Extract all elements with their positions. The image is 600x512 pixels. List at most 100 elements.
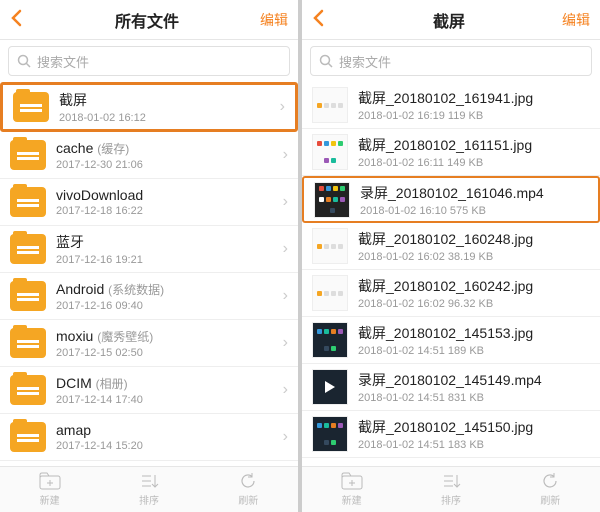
- folder-icon: [10, 375, 46, 405]
- folder-icon: [10, 187, 46, 217]
- file-name: 截屏_20180102_160248.jpg: [358, 229, 590, 249]
- file-meta: 2018-01-02 16:19 119 KB: [358, 110, 590, 122]
- topbar: 截屏 编辑: [302, 0, 600, 40]
- bottombar: 新建 排序 刷新: [302, 466, 600, 512]
- screen-screenshots: 截屏 编辑 搜索文件 截屏_20180102_161941.jpg 2018-01…: [302, 0, 600, 512]
- topbar: 所有文件 编辑: [0, 0, 298, 40]
- new-button[interactable]: 新建: [302, 467, 401, 512]
- file-row[interactable]: 截屏_20180102_160248.jpg 2018-01-02 16:02 3…: [302, 223, 600, 270]
- edit-button[interactable]: 编辑: [254, 10, 288, 30]
- folder-name: vivoDownload: [56, 187, 283, 203]
- sort-button[interactable]: 排序: [401, 467, 500, 512]
- folder-meta: 2018-01-02 16:12: [59, 112, 280, 124]
- folder-name: 蓝牙: [56, 232, 283, 252]
- sort-icon: [441, 473, 461, 489]
- file-list: 截屏_20180102_161941.jpg 2018-01-02 16:19 1…: [302, 82, 600, 466]
- search-placeholder: 搜索文件: [37, 52, 89, 71]
- chevron-right-icon: ›: [283, 381, 288, 399]
- new-button[interactable]: 新建: [0, 467, 99, 512]
- sort-icon: [139, 473, 159, 489]
- refresh-button[interactable]: 刷新: [199, 467, 298, 512]
- back-button[interactable]: [10, 7, 40, 33]
- back-button[interactable]: [312, 7, 342, 33]
- chevron-right-icon: ›: [283, 428, 288, 446]
- folder-name: cache (缓存): [56, 140, 283, 157]
- folder-meta: 2017-12-15 02:50: [56, 347, 283, 359]
- file-row[interactable]: 录屏_20180102_161046.mp42018-01-02 16:10 5…: [302, 176, 600, 223]
- chevron-right-icon: ›: [283, 146, 288, 164]
- new-folder-icon: [39, 472, 61, 490]
- file-row[interactable]: 截屏_20180102_145150.jpg 2018-01-02 14:51 1…: [302, 411, 600, 458]
- folder-row[interactable]: DCIM (相册) 2017-12-14 17:40›: [0, 367, 298, 414]
- search-placeholder: 搜索文件: [339, 52, 391, 71]
- folder-row[interactable]: Android (系统数据)2017-12-16 09:40›: [0, 273, 298, 320]
- refresh-icon: [239, 472, 257, 490]
- folder-row[interactable]: 截屏2018-01-02 16:12›: [0, 82, 298, 132]
- screen-all-files: 所有文件 编辑 搜索文件 截屏2018-01-02 16:12›cache (缓…: [0, 0, 298, 512]
- folder-row[interactable]: moxiu (魔秀壁纸) 2017-12-15 02:50›: [0, 320, 298, 367]
- chevron-right-icon: ›: [283, 287, 288, 305]
- folder-meta: 2017-12-14 15:20: [56, 440, 283, 452]
- chevron-right-icon: ›: [283, 240, 288, 258]
- folder-meta: 2017-12-16 19:21: [56, 254, 283, 266]
- file-thumbnail: [312, 275, 348, 311]
- chevron-left-icon: [312, 9, 324, 27]
- edit-button[interactable]: 编辑: [556, 10, 590, 30]
- folder-name: amap: [56, 422, 283, 438]
- file-thumbnail: [314, 182, 350, 218]
- chevron-right-icon: ›: [283, 193, 288, 211]
- chevron-left-icon: [10, 9, 22, 27]
- folder-icon: [10, 234, 46, 264]
- folder-icon: [10, 140, 46, 170]
- new-folder-icon: [341, 472, 363, 490]
- file-row[interactable]: 截屏_20180102_160242.jpg 2018-01-02 16:02 9…: [302, 270, 600, 317]
- folder-icon: [13, 92, 49, 122]
- file-row[interactable]: 截屏_20180102_145153.jpg2018-01-02 14:51 1…: [302, 317, 600, 364]
- folder-name: moxiu (魔秀壁纸): [56, 328, 283, 345]
- file-thumbnail: [312, 134, 348, 170]
- folder-meta: 2017-12-16 09:40: [56, 300, 283, 312]
- file-name: 截屏_20180102_145150.jpg: [358, 417, 590, 437]
- file-meta: 2018-01-02 14:51 183 KB: [358, 439, 590, 451]
- chevron-right-icon: ›: [283, 334, 288, 352]
- folder-icon: [10, 328, 46, 358]
- file-thumbnail: [312, 228, 348, 264]
- folder-list: 截屏2018-01-02 16:12›cache (缓存)2017-12-30 …: [0, 82, 298, 466]
- sort-button[interactable]: 排序: [99, 467, 198, 512]
- folder-icon: [10, 422, 46, 452]
- refresh-button[interactable]: 刷新: [501, 467, 600, 512]
- folder-row[interactable]: 蓝牙 2017-12-16 19:21›: [0, 226, 298, 273]
- file-row[interactable]: 录屏_20180102_145149.mp42018-01-02 14:51 8…: [302, 364, 600, 411]
- file-row[interactable]: 截屏_20180102_161941.jpg 2018-01-02 16:19 1…: [302, 82, 600, 129]
- file-row[interactable]: 截屏_20180102_161151.jpg 2018-01-02 16:11 1…: [302, 129, 600, 176]
- search-icon: [17, 54, 31, 68]
- file-name: 录屏_20180102_161046.mp4: [360, 183, 588, 203]
- folder-meta: 2017-12-14 17:40: [56, 394, 283, 406]
- file-thumbnail: [312, 322, 348, 358]
- file-thumbnail: [312, 87, 348, 123]
- file-meta: 2018-01-02 14:51 831 KB: [358, 392, 590, 404]
- search-input[interactable]: 搜索文件: [8, 46, 290, 76]
- search-icon: [319, 54, 333, 68]
- folder-row[interactable]: amap 2017-12-14 15:20›: [0, 414, 298, 461]
- folder-icon: [10, 281, 46, 311]
- folder-row[interactable]: cache (缓存) 2017-12-30 21:06›: [0, 132, 298, 179]
- folder-meta: 2017-12-18 16:22: [56, 205, 283, 217]
- file-meta: 2018-01-02 16:02 38.19 KB: [358, 251, 590, 263]
- folder-meta: 2017-12-30 21:06: [56, 159, 283, 171]
- folder-name: DCIM (相册): [56, 375, 283, 392]
- page-title: 截屏: [342, 8, 556, 32]
- file-name: 截屏_20180102_160242.jpg: [358, 276, 590, 296]
- file-thumbnail: [312, 369, 348, 405]
- file-meta: 2018-01-02 16:02 96.32 KB: [358, 298, 590, 310]
- search-input[interactable]: 搜索文件: [310, 46, 592, 76]
- file-meta: 2018-01-02 16:11 149 KB: [358, 157, 590, 169]
- folder-row[interactable]: vivoDownload 2017-12-18 16:22›: [0, 179, 298, 226]
- file-thumbnail: [312, 416, 348, 452]
- file-name: 截屏_20180102_161151.jpg: [358, 135, 590, 155]
- file-name: 截屏_20180102_145153.jpg: [358, 323, 590, 343]
- refresh-icon: [541, 472, 559, 490]
- folder-name: 截屏: [59, 90, 280, 110]
- page-title: 所有文件: [40, 8, 254, 32]
- file-name: 截屏_20180102_161941.jpg: [358, 88, 590, 108]
